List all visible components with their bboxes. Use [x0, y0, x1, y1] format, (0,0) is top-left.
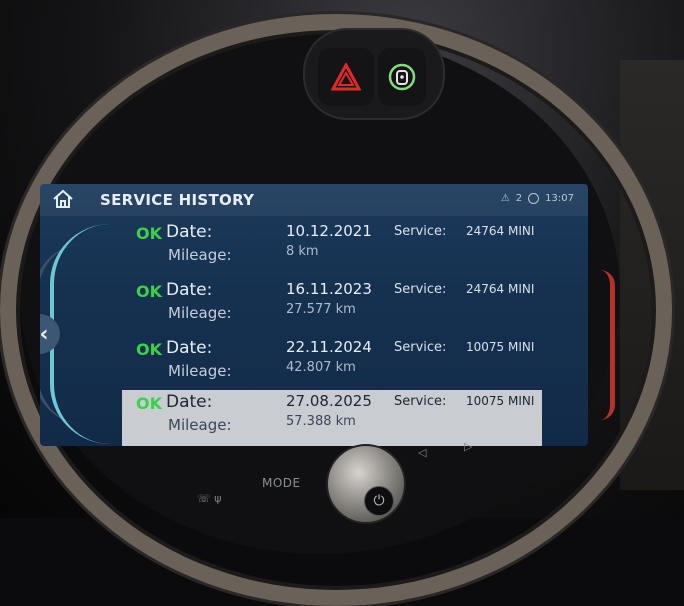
date-label: Date:	[166, 280, 213, 300]
service-mileage: 42.807 km	[286, 360, 356, 375]
service-label: Service:	[394, 282, 447, 297]
service-mileage: 57.388 km	[286, 414, 356, 429]
status-ok: OK	[136, 224, 162, 243]
status-area: ⚠ 2 13:07	[501, 193, 574, 204]
service-partner: 10075 MINI	[466, 340, 535, 354]
service-mileage: 8 km	[286, 244, 319, 259]
triangle-right-icon[interactable]: ▷	[464, 440, 472, 453]
service-date: 22.11.2024	[286, 338, 372, 356]
home-icon[interactable]	[50, 188, 76, 210]
date-label: Date:	[166, 222, 213, 242]
service-date: 16.11.2023	[286, 280, 372, 298]
info-circle-icon	[528, 193, 540, 204]
status-ok: OK	[136, 282, 162, 301]
door-lock-icon	[388, 63, 416, 91]
status-ok: OK	[136, 394, 162, 413]
chevron-left-icon: ‹	[40, 321, 49, 347]
date-label: Date:	[166, 338, 213, 358]
power-icon: ⏻	[373, 493, 385, 509]
power-button[interactable]: ⏻	[364, 486, 394, 516]
service-partner: 10075 MINI	[466, 394, 535, 408]
mileage-label: Mileage:	[168, 362, 232, 380]
service-label: Service:	[394, 224, 447, 239]
service-label: Service:	[394, 394, 447, 409]
page-title: SERVICE HISTORY	[100, 191, 255, 209]
service-partner: 24764 MINI	[466, 282, 535, 296]
led-ring-red	[600, 270, 615, 420]
mileage-label: Mileage:	[168, 304, 232, 322]
service-entry[interactable]: OK Date: Mileage: 22.11.2024 42.807 km S…	[122, 336, 542, 394]
hazard-triangle-icon	[331, 63, 361, 91]
warning-count: 2	[515, 193, 523, 204]
mileage-label: Mileage:	[168, 416, 232, 434]
service-label: Service:	[394, 340, 447, 355]
hazard-button[interactable]	[318, 48, 374, 106]
service-date: 10.12.2021	[286, 222, 372, 240]
service-history-screen: SERVICE HISTORY ⚠ 2 13:07 ‹ OK Date: Mil…	[40, 184, 588, 446]
clock-time: 13:07	[545, 193, 574, 204]
date-label: Date:	[166, 392, 213, 412]
service-date: 27.08.2025	[286, 392, 372, 410]
service-partner: 24764 MINI	[466, 224, 535, 238]
service-mileage: 27.577 km	[286, 302, 356, 317]
volume-knob[interactable]	[326, 444, 406, 524]
triangle-left-icon[interactable]: ◁	[418, 446, 426, 459]
mode-button[interactable]: MODE	[262, 476, 301, 490]
door-lock-button[interactable]	[378, 48, 426, 106]
top-bar: SERVICE HISTORY ⚠ 2 13:07	[40, 184, 588, 216]
service-entry[interactable]: OK Date: Mileage: 10.12.2021 8 km Servic…	[122, 220, 542, 278]
service-entry[interactable]: OK Date: Mileage: 16.11.2023 27.577 km S…	[122, 278, 542, 336]
service-entry-selected[interactable]: OK Date: Mileage: 27.08.2025 57.388 km S…	[122, 390, 542, 446]
warning-triangle-icon: ⚠	[500, 193, 510, 204]
mileage-label: Mileage:	[168, 246, 232, 264]
status-ok: OK	[136, 340, 162, 359]
phone-signal-icon: ☏ ψ	[197, 492, 222, 505]
